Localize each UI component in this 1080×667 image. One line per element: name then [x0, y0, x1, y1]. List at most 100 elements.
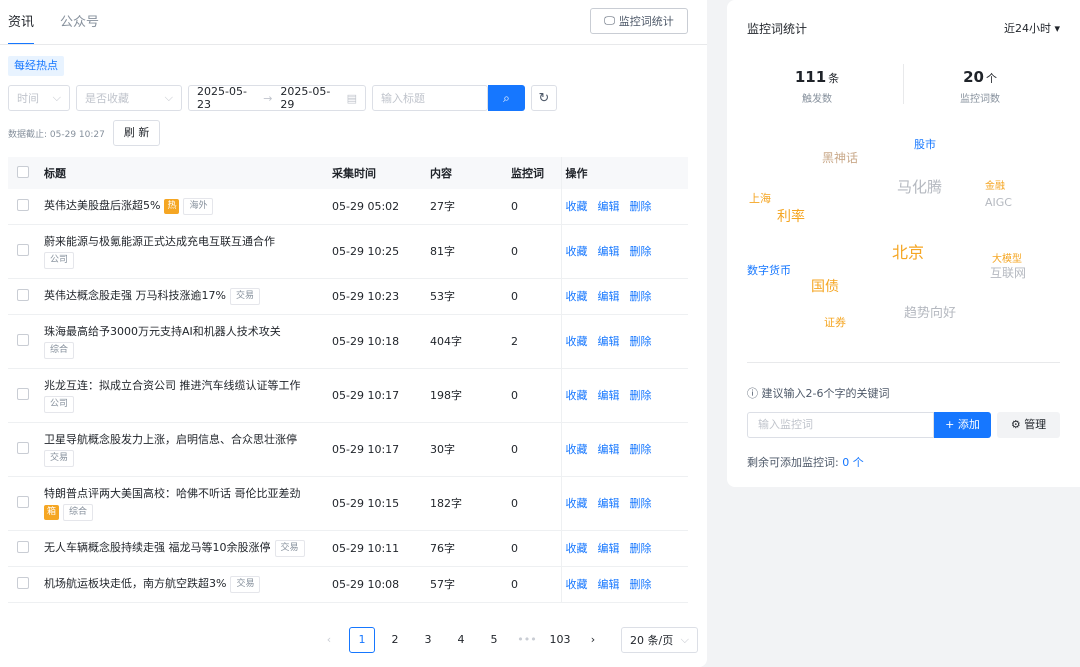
title-search-input[interactable]: 输入标题: [372, 85, 488, 111]
news-title[interactable]: 英伟达概念股走强 万马科技涨逾17%: [44, 289, 226, 302]
keyword-hit-count: 0: [511, 368, 561, 423]
page-button[interactable]: 4: [448, 627, 474, 653]
collect-button[interactable]: 收藏: [566, 200, 588, 213]
collect-time: 05-29 10:18: [332, 314, 430, 369]
hot-topic-tag[interactable]: 每经热点: [8, 56, 64, 76]
delete-button[interactable]: 删除: [630, 497, 652, 510]
delete-button[interactable]: 删除: [630, 335, 652, 348]
row-checkbox[interactable]: [17, 540, 29, 553]
select-all-checkbox[interactable]: [17, 165, 29, 178]
collected-select[interactable]: 是否收藏 ⌵: [76, 85, 182, 111]
row-checkbox[interactable]: [17, 576, 29, 589]
cloud-word[interactable]: AIGC: [985, 197, 1012, 208]
time-range-select[interactable]: 近24小时 ▾: [1004, 20, 1060, 36]
delete-button[interactable]: 删除: [630, 578, 652, 591]
news-title[interactable]: 蔚来能源与极氪能源正式达成充电互联互通合作: [44, 235, 275, 248]
tab-wechat[interactable]: 公众号: [60, 0, 99, 45]
collect-button[interactable]: 收藏: [566, 578, 588, 591]
row-checkbox[interactable]: [17, 198, 29, 211]
collected-select-label: 是否收藏: [85, 92, 129, 105]
edit-button[interactable]: 编辑: [598, 578, 620, 591]
cloud-word[interactable]: 北京: [892, 245, 924, 261]
edit-button[interactable]: 编辑: [598, 542, 620, 555]
row-checkbox[interactable]: [17, 441, 29, 454]
keyword-hit-count: 0: [511, 530, 561, 567]
row-checkbox[interactable]: [17, 288, 29, 301]
column-header: 采集时间: [332, 157, 430, 189]
refresh-button[interactable]: 刷 新: [112, 120, 161, 146]
cloud-word[interactable]: 证券: [824, 317, 846, 328]
edit-button[interactable]: 编辑: [598, 389, 620, 402]
collect-button[interactable]: 收藏: [566, 542, 588, 555]
collect-button[interactable]: 收藏: [566, 335, 588, 348]
cloud-word[interactable]: 大模型: [992, 255, 1022, 265]
collect-button[interactable]: 收藏: [566, 443, 588, 456]
edit-button[interactable]: 编辑: [598, 443, 620, 456]
delete-button[interactable]: 删除: [630, 245, 652, 258]
collect-time: 05-29 10:25: [332, 224, 430, 279]
row-checkbox[interactable]: [17, 333, 29, 346]
date-end: 2025-05-29: [280, 85, 331, 111]
row-checkbox[interactable]: [17, 495, 29, 508]
page-ellipsis[interactable]: •••: [514, 627, 540, 653]
edit-button[interactable]: 编辑: [598, 290, 620, 303]
page-size-select[interactable]: 20 条/页 ⌵: [621, 627, 698, 653]
news-title[interactable]: 无人车辆概念股持续走强 福龙马等10余股涨停: [44, 541, 271, 554]
collect-button[interactable]: 收藏: [566, 497, 588, 510]
news-title[interactable]: 机场航运板块走低，南方航空跌超3%: [44, 577, 226, 590]
edit-button[interactable]: 编辑: [598, 335, 620, 348]
collect-button[interactable]: 收藏: [566, 389, 588, 402]
remaining-keywords: 剩余可添加监控词: 0 个: [747, 454, 864, 470]
delete-button[interactable]: 删除: [630, 200, 652, 213]
cloud-word[interactable]: 金融: [985, 182, 1005, 192]
edit-button[interactable]: 编辑: [598, 497, 620, 510]
cloud-word[interactable]: 马化腾: [897, 180, 942, 195]
search-button[interactable]: ⌕: [488, 85, 525, 111]
tab-news[interactable]: 资讯: [8, 0, 35, 45]
cloud-word[interactable]: 股市: [914, 139, 936, 150]
news-title[interactable]: 特朗普点评两大美国高校：哈佛不听话 哥伦比亚差劲: [44, 487, 301, 500]
cloud-word[interactable]: 黑神话: [822, 152, 858, 164]
row-checkbox[interactable]: [17, 387, 29, 400]
prev-page-button[interactable]: ‹: [316, 627, 342, 653]
reload-button[interactable]: ↻: [531, 85, 557, 111]
cloud-word[interactable]: 趋势向好: [904, 307, 956, 320]
page-button[interactable]: 1: [349, 627, 375, 653]
collect-button[interactable]: 收藏: [566, 290, 588, 303]
manage-button[interactable]: ⚙ 管理: [997, 412, 1060, 438]
edit-button[interactable]: 编辑: [598, 245, 620, 258]
cloud-word[interactable]: 数字货币: [747, 265, 791, 276]
panel-title: 监控词统计: [747, 22, 808, 36]
collect-button[interactable]: 收藏: [566, 245, 588, 258]
news-title[interactable]: 珠海最高给予3000万元支持AI和机器人技术攻关: [44, 325, 281, 338]
news-title[interactable]: 卫星导航概念股发力上涨，启明信息、合众思壮涨停: [44, 433, 297, 446]
keyword-input[interactable]: 输入监控词: [747, 412, 934, 438]
delete-button[interactable]: 删除: [630, 443, 652, 456]
cloud-word[interactable]: 互联网: [990, 267, 1026, 279]
chevron-down-icon: ⌵: [680, 633, 689, 646]
delete-button[interactable]: 删除: [630, 389, 652, 402]
page-button[interactable]: 3: [415, 627, 441, 653]
cloud-word[interactable]: 利率: [777, 210, 805, 224]
time-select-label: 时间: [17, 92, 39, 105]
calendar-icon: ▤: [346, 91, 357, 105]
keyword-hit-count: 0: [511, 476, 561, 531]
page-button[interactable]: 5: [481, 627, 507, 653]
page-button[interactable]: 103: [547, 627, 573, 653]
row-checkbox[interactable]: [17, 243, 29, 256]
keyword-stats-button[interactable]: 🖵 监控词统计: [590, 8, 688, 34]
edit-button[interactable]: 编辑: [598, 200, 620, 213]
cloud-word[interactable]: 上海: [749, 193, 771, 204]
date-range-picker[interactable]: 2025-05-23 → 2025-05-29 ▤: [188, 85, 366, 111]
delete-button[interactable]: 删除: [630, 290, 652, 303]
delete-button[interactable]: 删除: [630, 542, 652, 555]
gear-icon: ⚙: [1010, 418, 1021, 431]
search-icon: ⌕: [503, 90, 510, 105]
news-title[interactable]: 英伟达美股盘后涨超5%: [44, 199, 160, 212]
add-keyword-button[interactable]: + 添加: [934, 412, 991, 438]
next-page-button[interactable]: ›: [580, 627, 606, 653]
page-button[interactable]: 2: [382, 627, 408, 653]
news-title[interactable]: 兆龙互连：拟成立合资公司 推进汽车线缆认证等工作: [44, 379, 301, 392]
cloud-word[interactable]: 国债: [811, 280, 839, 294]
time-select[interactable]: 时间 ⌵: [8, 85, 70, 111]
